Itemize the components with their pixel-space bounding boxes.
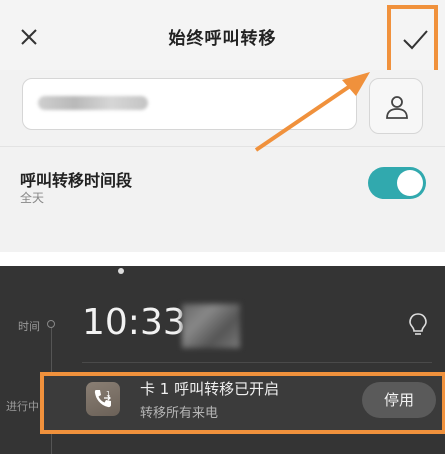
timeline-label-ongoing: 进行中 <box>6 400 39 413</box>
blurred-date <box>182 304 240 348</box>
page-indicator-dot <box>118 268 124 274</box>
lightbulb-button[interactable] <box>408 312 428 342</box>
toggle-knob <box>397 170 423 196</box>
divider <box>82 362 432 363</box>
contact-picker-button[interactable] <box>369 78 423 134</box>
person-icon <box>386 96 408 119</box>
header-bar: 始终呼叫转移 <box>0 0 445 84</box>
section-gap <box>0 252 445 266</box>
timeline-dot <box>47 320 55 328</box>
forward-number-row <box>0 70 445 146</box>
clock: 10:33 <box>82 302 186 343</box>
forward-number-input[interactable] <box>22 78 357 130</box>
call-forward-notification[interactable]: 1 卡 1 呼叫转移已开启 转移所有来电 停用 <box>40 372 445 434</box>
disable-button[interactable]: 停用 <box>362 382 436 418</box>
call-forward-settings-panel: 始终呼叫转移 呼叫转移时间段 全天 <box>0 0 445 252</box>
call-forward-app-icon: 1 <box>86 382 120 416</box>
time-period-value: 全天 <box>20 191 45 205</box>
timeline-label-time: 时间 <box>18 320 40 333</box>
page-title: 始终呼叫转移 <box>168 29 277 49</box>
notification-shade: 时间 10:33 进行中 1 卡 1 呼叫转移已开启 转移所有来电 停用 <box>0 266 445 454</box>
lightbulb-icon <box>409 313 427 335</box>
notification-subtitle: 转移所有来电 <box>140 406 219 421</box>
time-period-toggle[interactable] <box>368 167 426 199</box>
call-forward-icon: 1 <box>94 390 111 408</box>
time-period-row[interactable]: 呼叫转移时间段 全天 <box>0 147 445 227</box>
time-period-label: 呼叫转移时间段 <box>20 171 133 190</box>
notification-title: 卡 1 呼叫转移已开启 <box>140 380 280 398</box>
